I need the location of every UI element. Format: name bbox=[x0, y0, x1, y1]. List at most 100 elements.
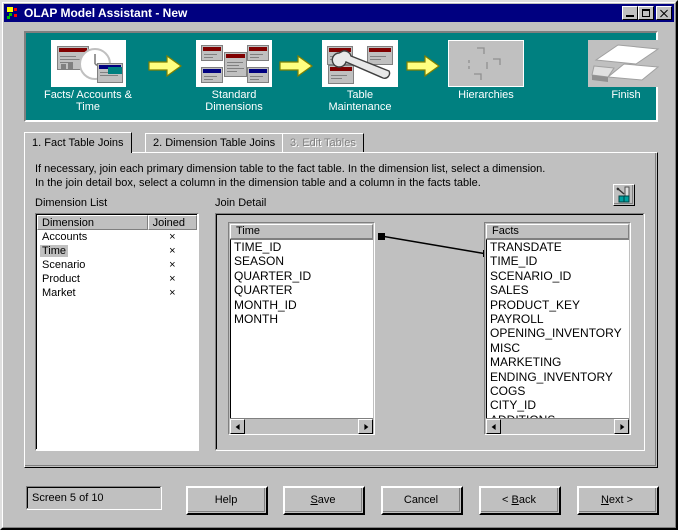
wizard-step-hierarchies[interactable]: Hierarchies bbox=[438, 40, 534, 101]
olap-model-assistant-window: OLAP Model Assistant - New Facts/ Accoun… bbox=[0, 0, 678, 530]
dimension-table-title: Time bbox=[230, 224, 373, 239]
cell-dimension: Scenario bbox=[42, 259, 86, 271]
list-item[interactable]: ENDING_INVENTORY bbox=[487, 370, 629, 384]
cell-joined: × bbox=[169, 273, 176, 285]
fact-table-joins-panel: If necessary, join each primary dimensio… bbox=[24, 152, 658, 468]
olap-cubes-icon bbox=[5, 5, 21, 21]
cell-joined: × bbox=[169, 259, 176, 271]
facts-table-title: Facts bbox=[486, 224, 629, 239]
column-header-joined[interactable]: Joined bbox=[147, 215, 197, 230]
list-item[interactable]: OPENING_INVENTORY bbox=[487, 326, 629, 340]
save-button-label: Save bbox=[310, 493, 336, 506]
cell-joined: × bbox=[169, 231, 176, 243]
dimension-list-inner: Dimension Joined Accounts × Time × Scena… bbox=[36, 214, 197, 449]
join-detail-canvas[interactable]: Time TIME_ID SEASON QUARTER_ID QUARTER M… bbox=[215, 213, 645, 451]
cell-joined: × bbox=[169, 245, 176, 257]
minimize-button[interactable] bbox=[622, 6, 638, 20]
list-item[interactable]: TIME_ID bbox=[487, 254, 629, 268]
list-item[interactable]: COGS bbox=[487, 384, 629, 398]
list-item[interactable]: MARKETING bbox=[487, 355, 629, 369]
wizard-step-table-maintenance[interactable]: Table Maintenance bbox=[312, 40, 408, 113]
tab-strip: 1. Fact Table Joins 2. Dimension Table J… bbox=[24, 132, 658, 153]
table-row[interactable]: Accounts × bbox=[37, 230, 197, 244]
scroll-right-button[interactable] bbox=[358, 419, 373, 434]
title-bar[interactable]: OLAP Model Assistant - New bbox=[4, 4, 674, 22]
cancel-button[interactable]: Cancel bbox=[381, 486, 463, 515]
arrow-right-icon bbox=[148, 54, 183, 78]
window-title: OLAP Model Assistant - New bbox=[24, 6, 188, 20]
list-item[interactable]: QUARTER_ID bbox=[231, 269, 373, 283]
panel-instructions: If necessary, join each primary dimensio… bbox=[35, 163, 546, 189]
join-detail-label: Join Detail bbox=[215, 197, 267, 209]
list-item[interactable]: MONTH_ID bbox=[231, 298, 373, 312]
dimension-table-box[interactable]: Time TIME_ID SEASON QUARTER_ID QUARTER M… bbox=[228, 222, 375, 435]
arrow-right-icon bbox=[406, 54, 441, 78]
scroll-trough[interactable] bbox=[501, 419, 614, 433]
finish-icon bbox=[588, 40, 664, 87]
scroll-left-button[interactable] bbox=[230, 419, 245, 434]
facts-column-list[interactable]: TRANSDATE TIME_ID SCENARIO_ID SALES PROD… bbox=[486, 239, 629, 418]
dimension-table-hscrollbar[interactable] bbox=[230, 418, 373, 434]
column-header-dimension[interactable]: Dimension bbox=[37, 215, 148, 230]
cell-dimension: Time bbox=[40, 245, 69, 257]
back-button[interactable]: < Back bbox=[479, 486, 561, 515]
wizard-step-banner: Facts/ Accounts & Time Standard Dimensio… bbox=[24, 31, 664, 122]
join-endpoint-dimension[interactable] bbox=[378, 233, 385, 240]
list-item[interactable]: CITY_ID bbox=[487, 398, 629, 412]
list-item[interactable]: MISC bbox=[487, 341, 629, 355]
screen-status-box: Screen 5 of 10 bbox=[26, 486, 162, 510]
list-item[interactable]: PAYROLL bbox=[487, 312, 629, 326]
table-row[interactable]: Market × bbox=[37, 286, 197, 300]
list-item[interactable]: QUARTER bbox=[231, 283, 373, 297]
list-item[interactable]: TIME_ID bbox=[231, 240, 373, 254]
wizard-step-label: Standard Dimensions bbox=[205, 89, 263, 113]
tab-edit-tables: 3. Edit Tables bbox=[282, 133, 364, 153]
list-item[interactable]: SCENARIO_ID bbox=[487, 269, 629, 283]
tab-fact-table-joins[interactable]: 1. Fact Table Joins bbox=[24, 132, 132, 153]
dimension-list-grid[interactable]: Dimension Joined Accounts × Time × Scena… bbox=[35, 213, 199, 451]
close-button[interactable] bbox=[656, 6, 672, 20]
wizard-step-finish[interactable]: Finish bbox=[578, 40, 674, 101]
dimension-list-label: Dimension List bbox=[35, 197, 108, 209]
scroll-trough[interactable] bbox=[245, 419, 358, 433]
help-button[interactable]: Help bbox=[186, 486, 268, 515]
cancel-button-label: Cancel bbox=[403, 493, 439, 506]
save-button[interactable]: Save bbox=[283, 486, 365, 515]
window-controls bbox=[622, 6, 672, 20]
screen-status-text: Screen 5 of 10 bbox=[27, 487, 160, 508]
list-item[interactable]: SEASON bbox=[231, 254, 373, 268]
tab-dimension-table-joins[interactable]: 2. Dimension Table Joins bbox=[145, 133, 284, 153]
list-item[interactable]: SALES bbox=[487, 283, 629, 297]
scroll-left-button[interactable] bbox=[486, 419, 501, 434]
wizard-step-label: Table Maintenance bbox=[328, 89, 392, 113]
cell-joined: × bbox=[169, 287, 176, 299]
next-button-label: Next > bbox=[600, 493, 634, 506]
facts-table-box[interactable]: Facts TRANSDATE TIME_ID SCENARIO_ID SALE… bbox=[484, 222, 631, 435]
cell-dimension: Product bbox=[42, 273, 80, 285]
create-join-icon bbox=[614, 185, 633, 204]
facts-table-hscrollbar[interactable] bbox=[486, 418, 629, 434]
wizard-step-label: Hierarchies bbox=[458, 89, 514, 101]
facts-accounts-time-icon bbox=[50, 40, 126, 87]
dimension-column-list[interactable]: TIME_ID SEASON QUARTER_ID QUARTER MONTH_… bbox=[230, 239, 373, 418]
wizard-step-facts-accounts-time[interactable]: Facts/ Accounts & Time bbox=[40, 40, 136, 113]
join-connector-line[interactable] bbox=[378, 232, 490, 260]
maximize-button[interactable] bbox=[638, 6, 654, 20]
next-button[interactable]: Next > bbox=[577, 486, 659, 515]
create-join-button[interactable] bbox=[613, 184, 635, 206]
wizard-step-standard-dimensions[interactable]: Standard Dimensions bbox=[186, 40, 282, 113]
standard-dimensions-icon bbox=[196, 40, 272, 87]
wizard-step-label: Facts/ Accounts & Time bbox=[43, 89, 133, 113]
table-row[interactable]: Time × bbox=[37, 244, 197, 258]
list-item[interactable]: TRANSDATE bbox=[487, 240, 629, 254]
list-item[interactable]: PRODUCT_KEY bbox=[487, 298, 629, 312]
table-row[interactable]: Product × bbox=[37, 272, 197, 286]
table-row[interactable]: Scenario × bbox=[37, 258, 197, 272]
cell-dimension: Accounts bbox=[42, 231, 88, 243]
cell-dimension: Market bbox=[42, 287, 76, 299]
list-item[interactable]: MONTH bbox=[231, 312, 373, 326]
help-button-label: Help bbox=[214, 493, 238, 506]
wizard-step-label: Finish bbox=[611, 89, 641, 101]
hierarchies-icon bbox=[448, 40, 524, 87]
scroll-right-button[interactable] bbox=[614, 419, 629, 434]
